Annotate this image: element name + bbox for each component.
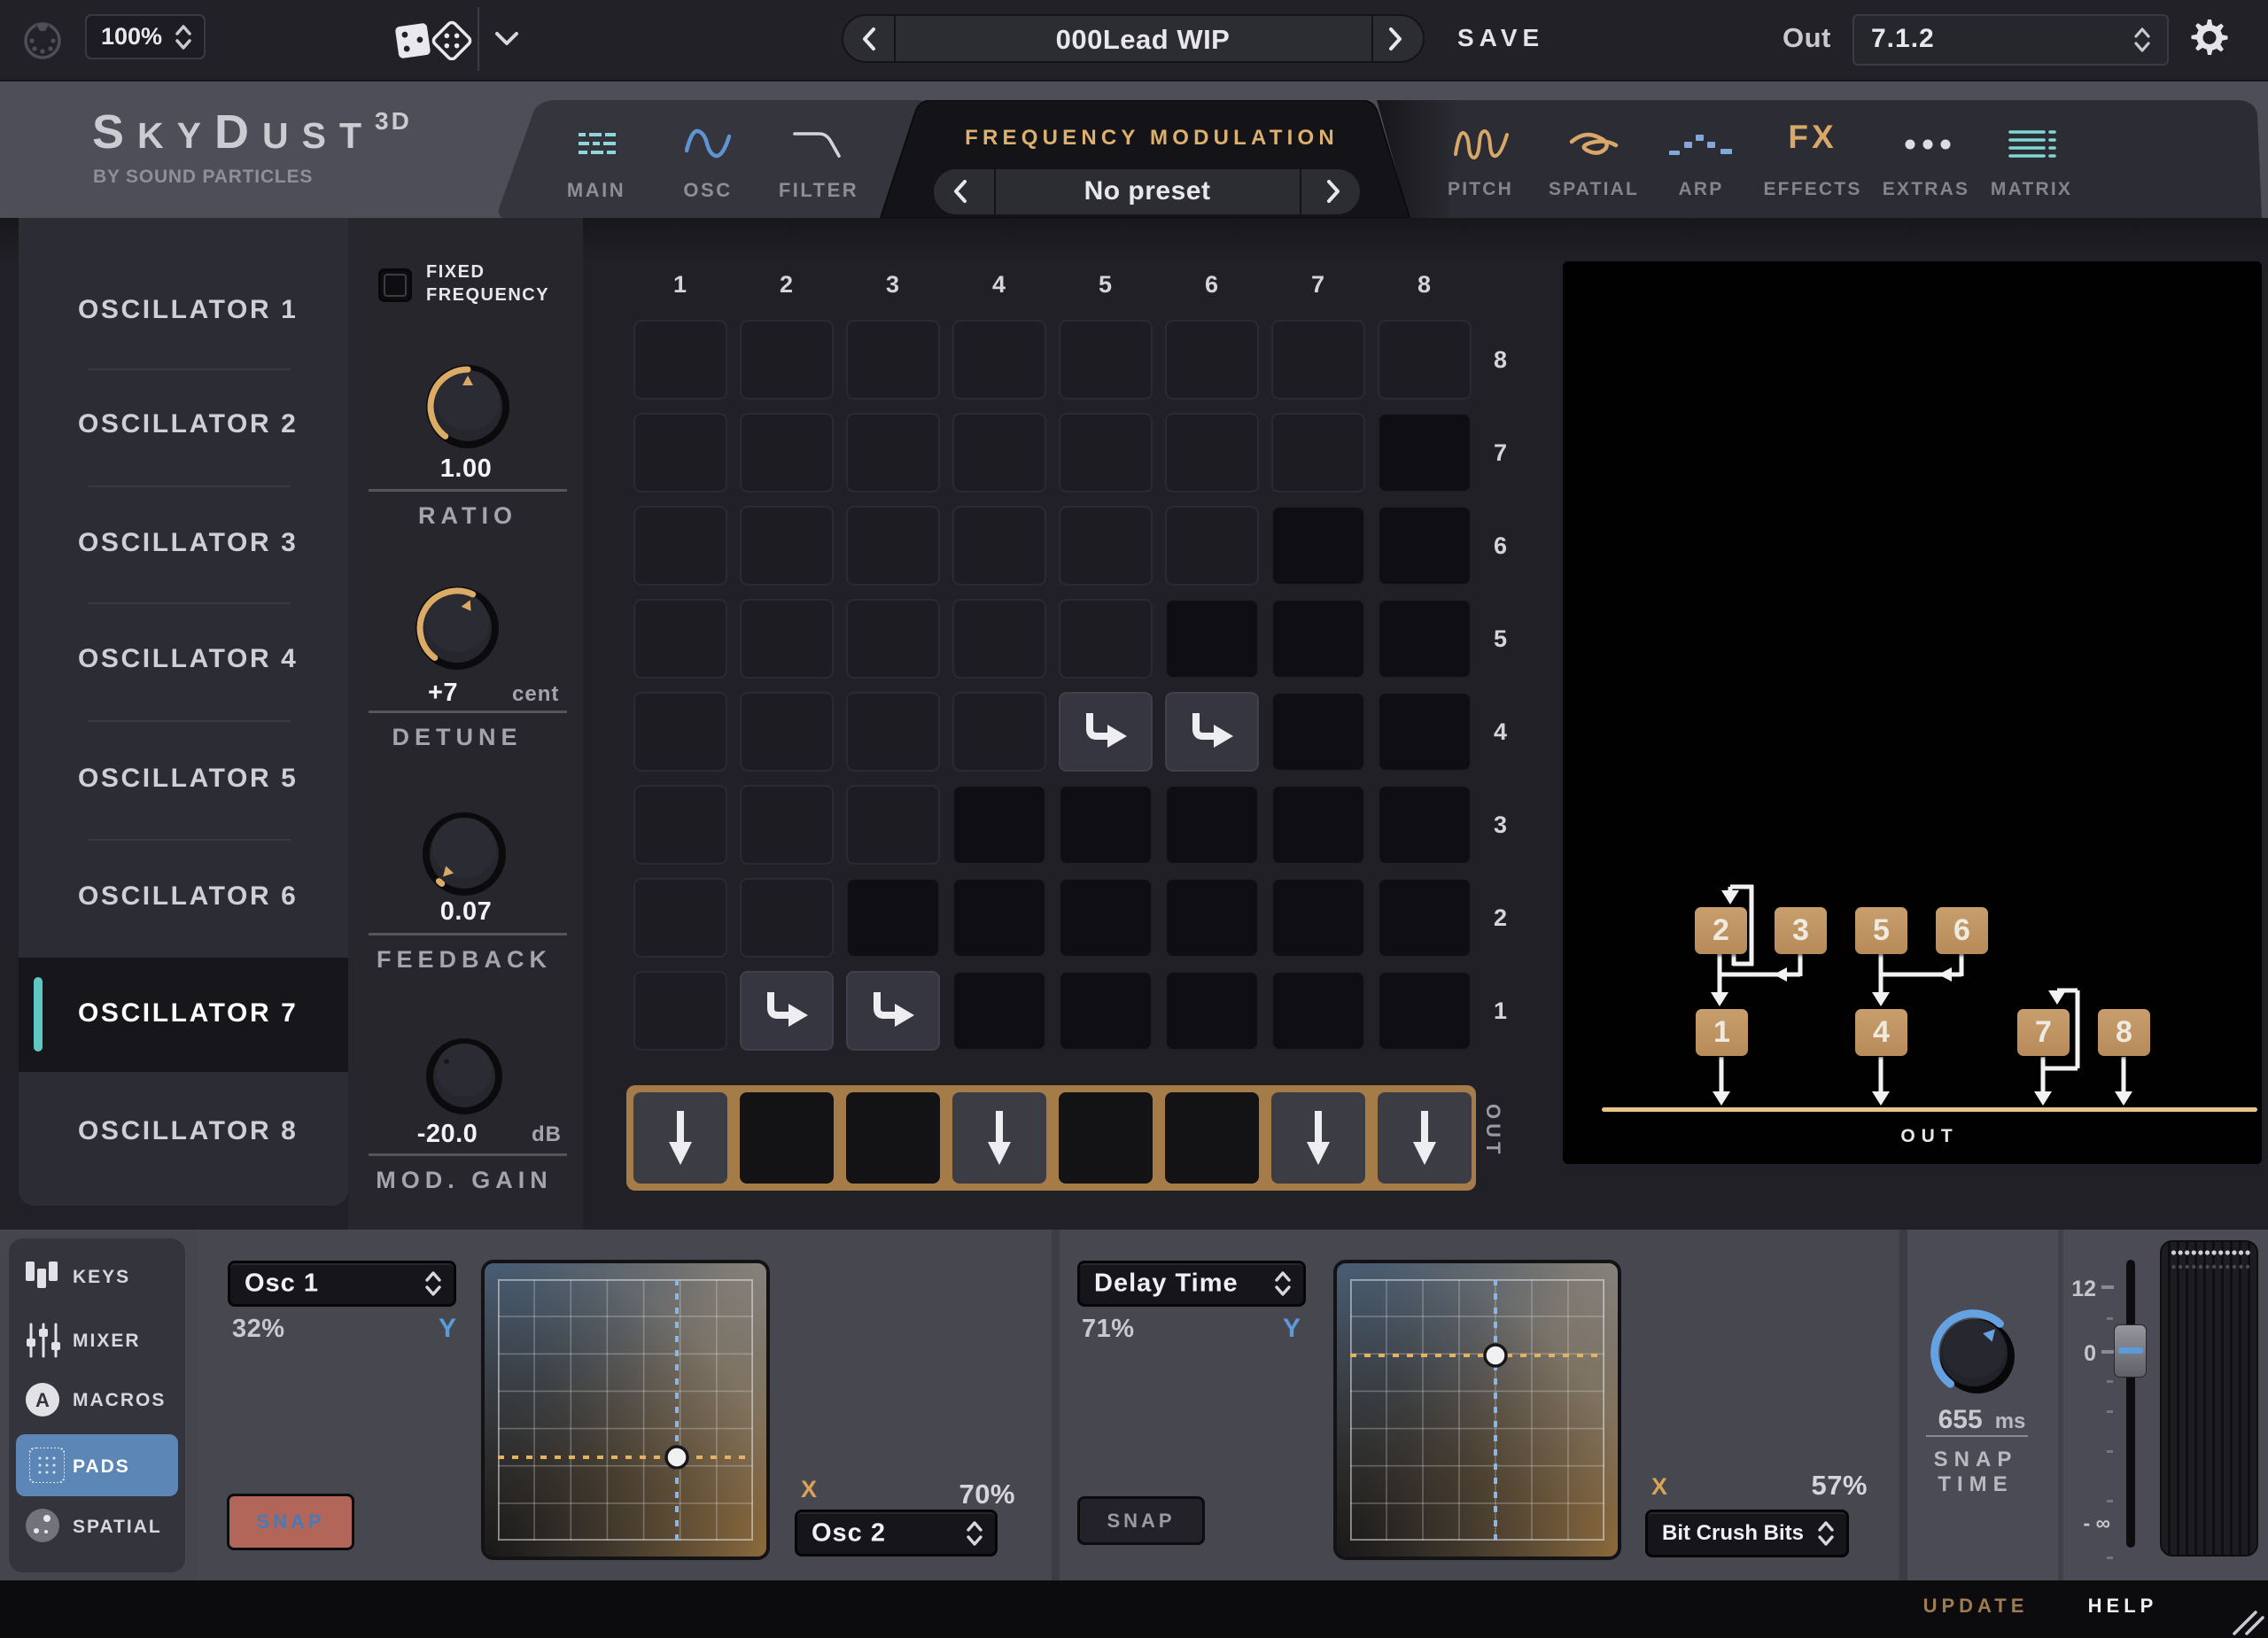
svg-text:A: A — [35, 1389, 50, 1411]
